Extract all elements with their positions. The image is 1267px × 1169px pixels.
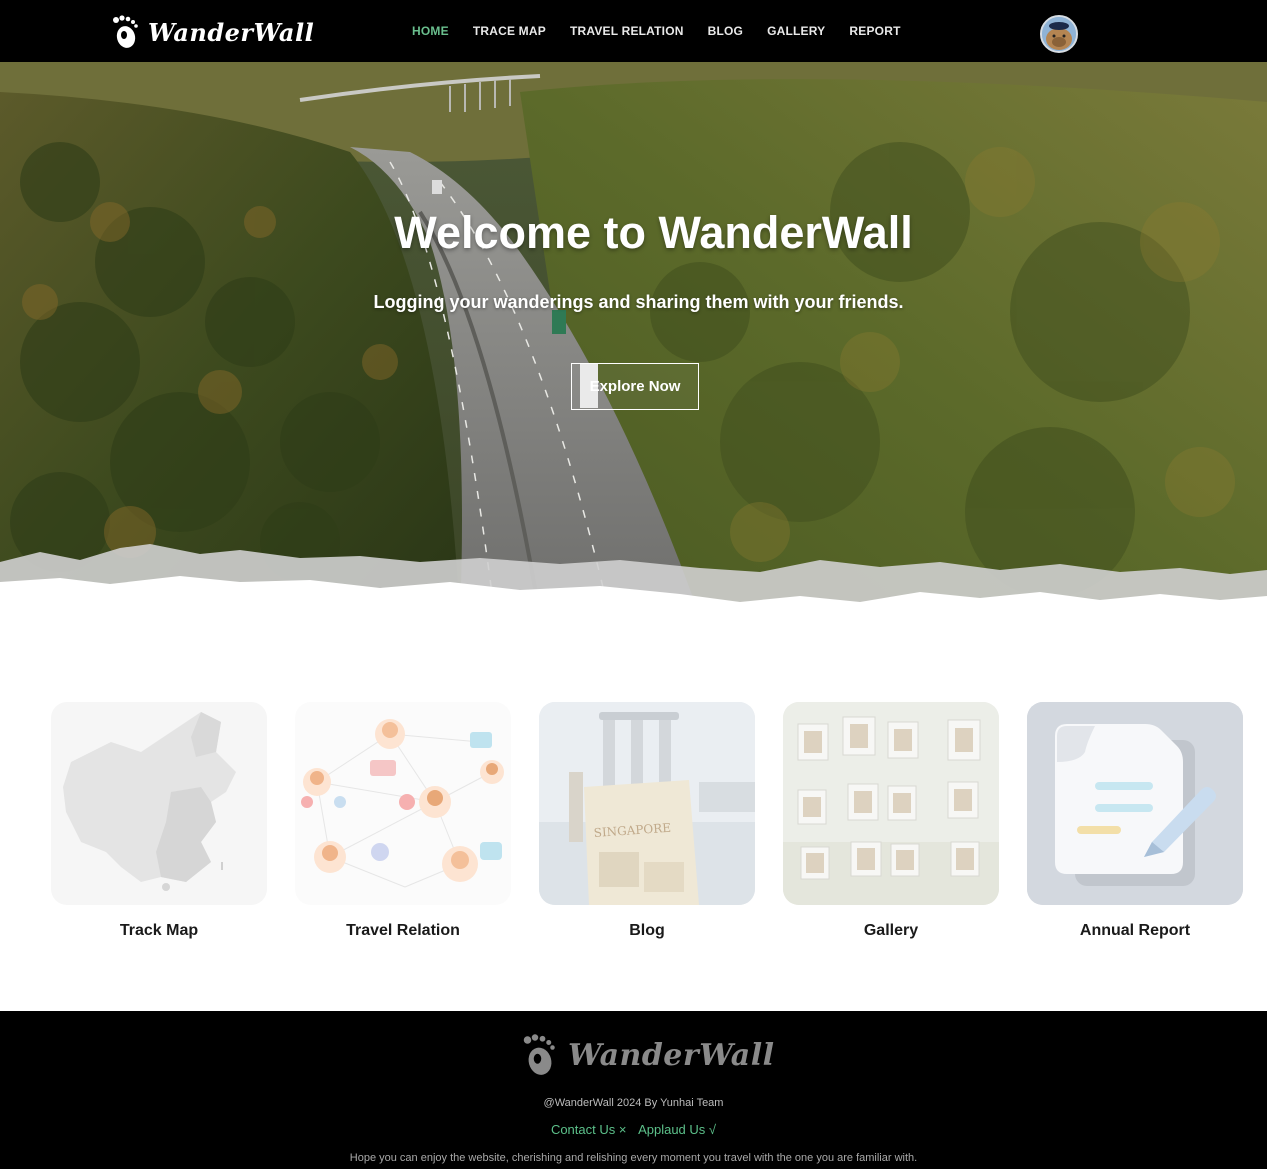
nav-report[interactable]: REPORT — [837, 24, 912, 38]
footprint-icon — [113, 15, 138, 48]
network-icon — [301, 719, 504, 888]
nav-blog[interactable]: BLOG — [696, 24, 755, 38]
nav-gallery[interactable]: GALLERY — [755, 24, 837, 38]
card-travel-relation[interactable]: Travel Relation — [295, 702, 511, 940]
contact-us-link[interactable]: Contact Us × — [551, 1122, 627, 1137]
gallery-image — [783, 702, 999, 905]
blog-photo: SINGAPORE — [539, 702, 755, 905]
brand-name: WanderWall — [148, 17, 315, 47]
footer-copyright: @WanderWall 2024 By Yunhai Team — [543, 1097, 724, 1109]
brand-logo[interactable]: WanderWall — [110, 12, 314, 52]
nav-trace-map[interactable]: TRACE MAP — [461, 24, 558, 38]
card-label: Annual Report — [1079, 922, 1191, 939]
feature-cards: Track Map Travel Relation SINGAPORE Blog… — [0, 702, 1267, 952]
footer-note: Hope you can enjoy the website, cherishi… — [349, 1152, 918, 1164]
capybara-avatar-icon — [1042, 17, 1076, 51]
card-blog[interactable]: SINGAPORE Blog — [539, 702, 755, 940]
hero-subtitle: Logging your wanderings and sharing them… — [373, 292, 904, 312]
top-navbar: WanderWall HOME TRACE MAP TRAVEL RELATIO… — [0, 0, 1267, 62]
hero-title: Welcome to WanderWall — [394, 207, 913, 258]
user-avatar[interactable] — [1040, 15, 1078, 53]
travel-relation-image — [295, 702, 511, 905]
card-label: Blog — [629, 922, 665, 939]
footer-brand-name: WanderWall — [568, 1037, 775, 1073]
footer: WanderWall @WanderWall 2024 By Yunhai Te… — [0, 1011, 1267, 1169]
card-label: Track Map — [119, 922, 199, 939]
card-track-map[interactable]: Track Map — [51, 702, 267, 940]
hero-banner: Welcome to WanderWall Logging your wande… — [0, 62, 1267, 617]
report-document-icon — [1027, 702, 1243, 905]
footer-links: Contact Us × Applaud Us √ — [0, 1122, 1267, 1137]
track-map-image — [51, 702, 267, 905]
card-gallery[interactable]: Gallery — [783, 702, 999, 940]
main-menu: HOME TRACE MAP TRAVEL RELATION BLOG GALL… — [400, 0, 913, 62]
footer-brand-logo: WanderWall — [520, 1031, 775, 1079]
card-annual-report[interactable]: Annual Report — [1027, 702, 1243, 940]
nav-home[interactable]: HOME — [400, 24, 461, 38]
card-label: Gallery — [863, 922, 919, 939]
highway-forest-photo — [0, 62, 1267, 617]
blog-image: SINGAPORE — [539, 702, 755, 905]
china-map-icon — [63, 712, 236, 891]
annual-report-image — [1027, 702, 1243, 905]
applaud-us-link[interactable]: Applaud Us √ — [638, 1122, 716, 1137]
gallery-photo — [783, 702, 999, 905]
explore-now-button[interactable]: Explore Now — [571, 363, 699, 410]
footprint-icon — [523, 1034, 555, 1075]
nav-travel-relation[interactable]: TRAVEL RELATION — [558, 24, 696, 38]
card-label: Travel Relation — [346, 922, 460, 939]
